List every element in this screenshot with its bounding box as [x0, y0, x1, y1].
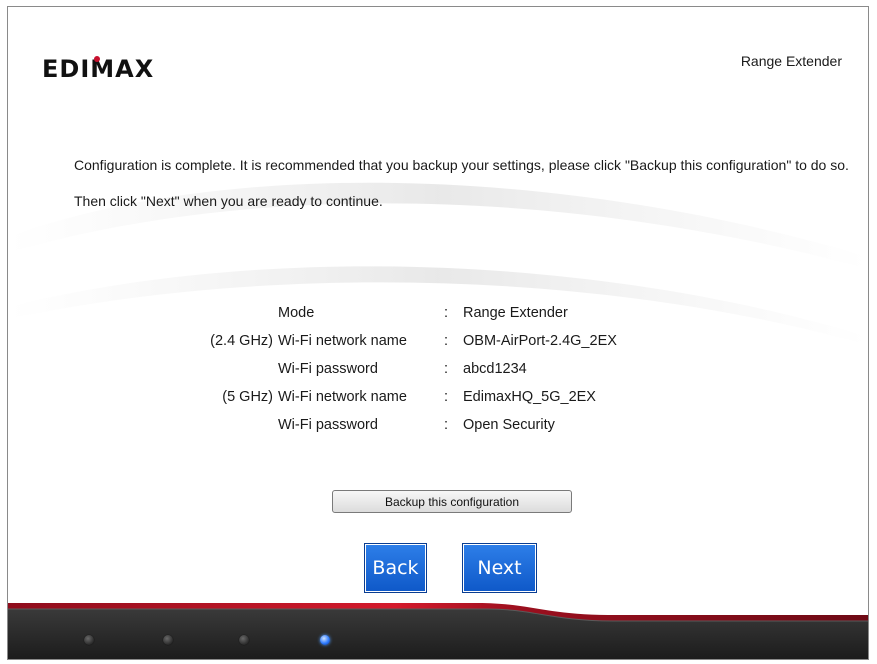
- label-separator: :: [444, 417, 449, 433]
- progress-dot: [84, 635, 94, 645]
- field-label: Mode: [278, 305, 315, 321]
- summary-value: OBM-AirPort-2.4G_2EX: [463, 333, 617, 349]
- footer-bar: [8, 595, 868, 659]
- configuration-summary: Mode: Range Extender (2.4 GHz) Wi-Fi networ…: [8, 299, 868, 439]
- next-button[interactable]: Next: [462, 543, 537, 593]
- summary-label: (2.4 GHz) Wi-Fi network name: [8, 333, 441, 349]
- summary-label: Wi-Fi password: [8, 417, 441, 433]
- product-name: Range Extender: [740, 53, 842, 69]
- field-label: Wi-Fi password: [278, 361, 378, 377]
- summary-label: (5 GHz) Wi-Fi network name: [8, 389, 441, 405]
- completion-message: Configuration is complete. It is recomme…: [74, 157, 849, 209]
- progress-dot: [163, 635, 173, 645]
- summary-label: Mode: [8, 305, 441, 321]
- summary-row: Wi-Fi password: Open Security: [8, 411, 868, 439]
- backup-configuration-button[interactable]: Backup this configuration: [332, 490, 572, 513]
- summary-row: (2.4 GHz) Wi-Fi network name: OBM-AirPort-…: [8, 327, 868, 355]
- progress-dot: [239, 635, 249, 645]
- edimax-logo: EDIMAX: [42, 55, 182, 83]
- footer-wave-graphic: [8, 603, 868, 659]
- field-label: Wi-Fi password: [278, 417, 378, 433]
- progress-dot-active: [320, 635, 330, 645]
- band-label: (5 GHz): [222, 389, 273, 405]
- setup-wizard-window: EDIMAX Range Extender Configuration is c…: [7, 6, 869, 660]
- summary-row: Wi-Fi password: abcd1234: [8, 355, 868, 383]
- label-separator: :: [444, 305, 449, 321]
- edimax-logo-icon: EDIMAX: [42, 55, 153, 83]
- field-label: Wi-Fi network name: [278, 389, 407, 405]
- summary-value: Range Extender: [463, 305, 568, 321]
- summary-value: abcd1234: [463, 361, 527, 377]
- back-button[interactable]: Back: [364, 543, 427, 593]
- label-separator: :: [444, 389, 449, 405]
- summary-label: Wi-Fi password: [8, 361, 441, 377]
- summary-row: (5 GHz) Wi-Fi network name: EdimaxHQ_5G_2E…: [8, 383, 868, 411]
- field-label: Wi-Fi network name: [278, 333, 407, 349]
- summary-value: Open Security: [463, 417, 555, 433]
- summary-value: EdimaxHQ_5G_2EX: [463, 389, 596, 405]
- band-label: (2.4 GHz): [210, 333, 273, 349]
- label-separator: :: [444, 333, 449, 349]
- label-separator: :: [444, 361, 449, 377]
- summary-row: Mode: Range Extender: [8, 299, 868, 327]
